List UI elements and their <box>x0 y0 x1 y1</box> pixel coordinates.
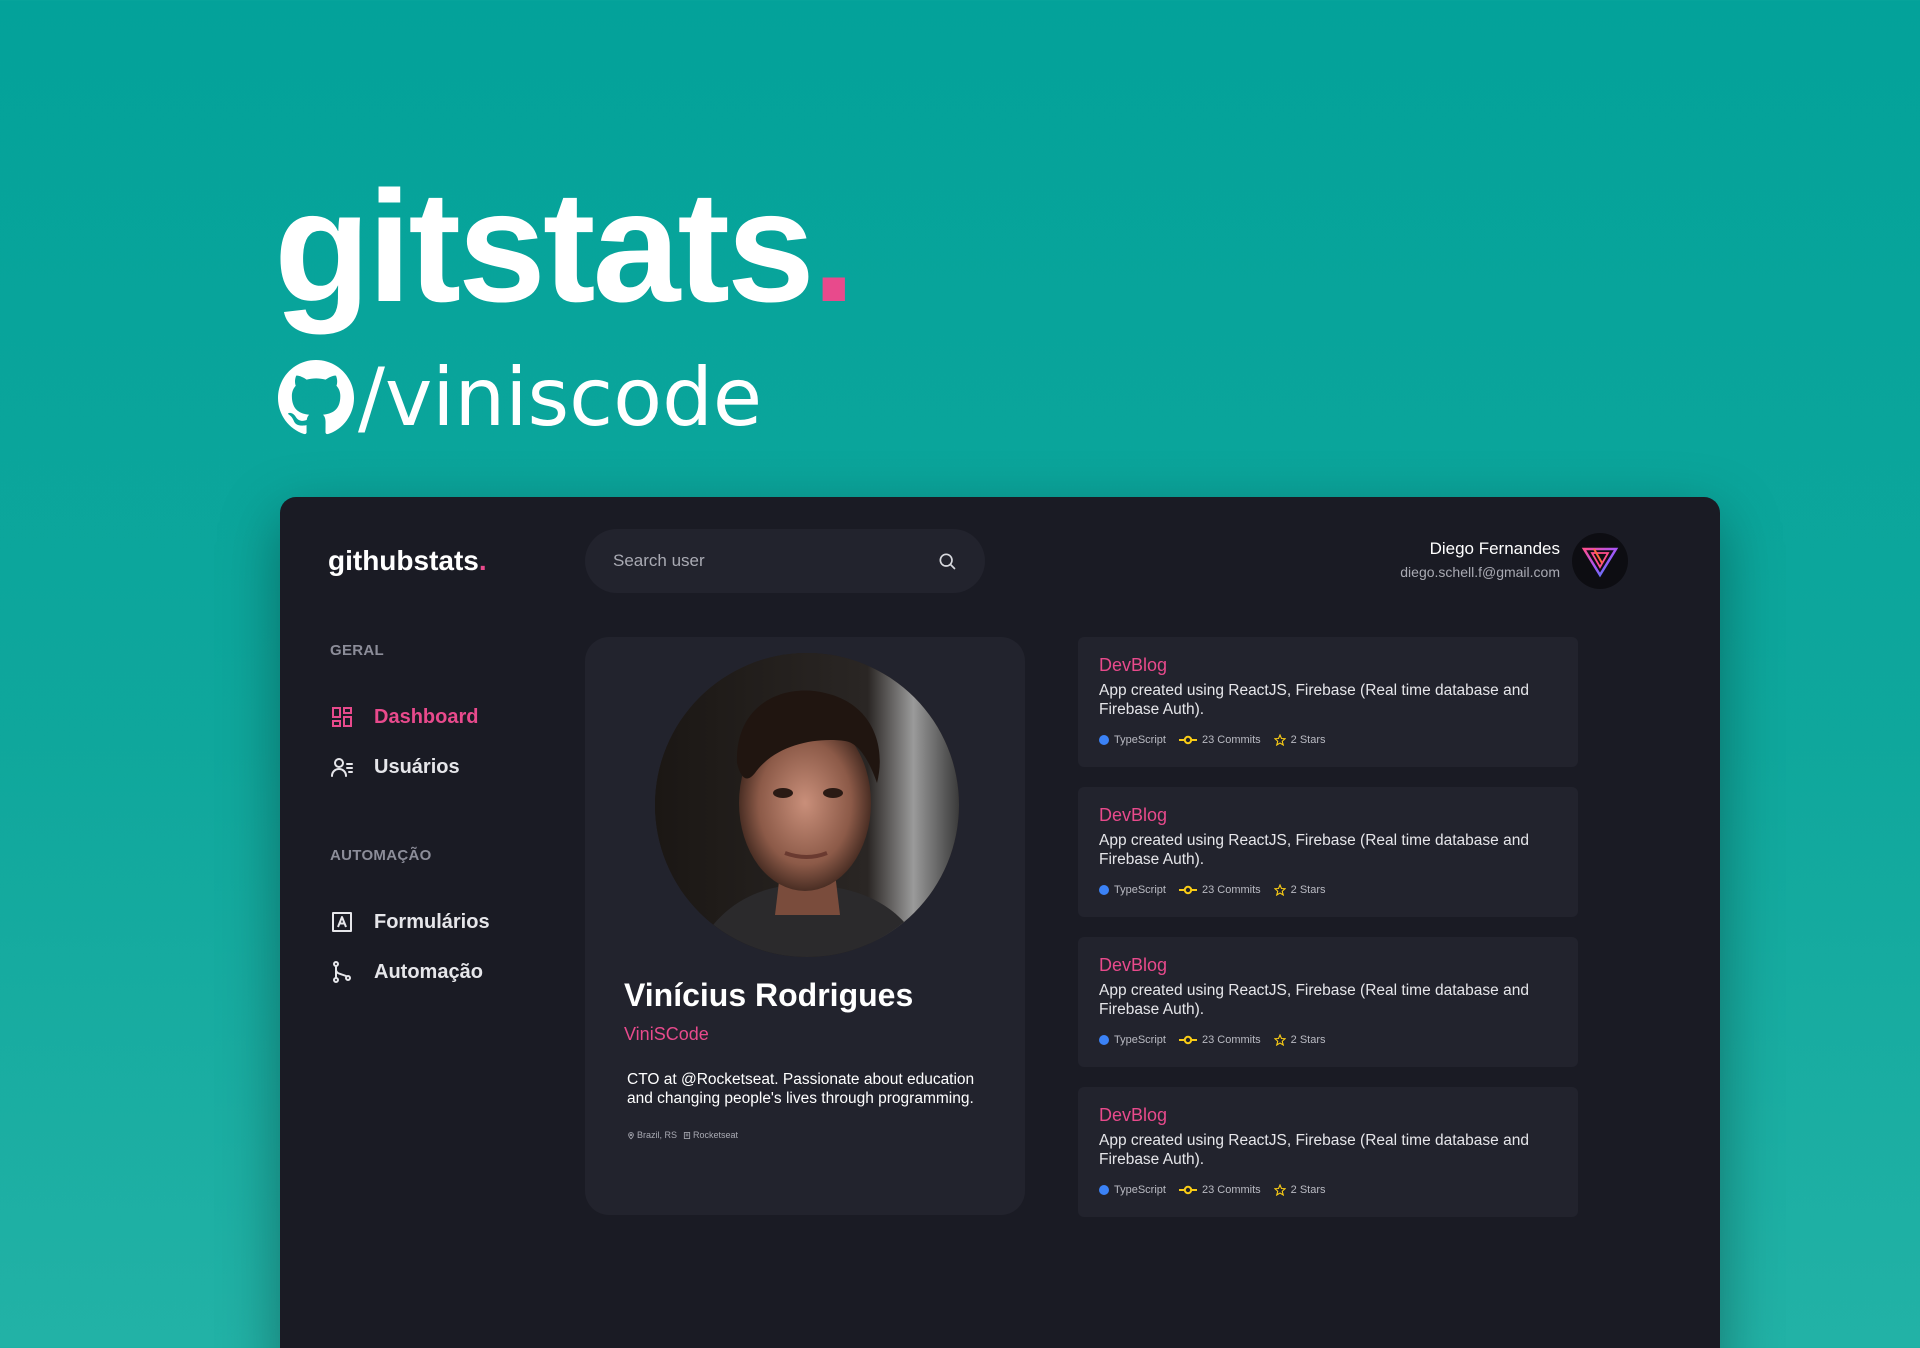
repo-language-text: TypeScript <box>1114 1034 1166 1046</box>
star-icon <box>1273 1184 1286 1196</box>
repo-commits-text: 23 Commits <box>1201 1184 1261 1196</box>
brand-logo[interactable]: githubstats. <box>328 545 487 577</box>
building-icon <box>683 1131 691 1139</box>
location-pin-icon <box>628 1131 634 1139</box>
language-dot-icon <box>1099 1185 1109 1195</box>
repo-stats: TypeScript 23 Commits 2 Stars <box>1099 1034 1557 1046</box>
hero-title-dot: . <box>811 159 856 335</box>
repo-stars: 2 Stars <box>1273 1034 1326 1046</box>
repo-commits: 23 Commits <box>1178 1034 1261 1046</box>
repo-stats: TypeScript 23 Commits 2 Stars <box>1099 1184 1557 1196</box>
github-icon <box>278 360 354 435</box>
repo-language: TypeScript <box>1099 884 1166 896</box>
dashboard-icon <box>332 707 352 727</box>
language-dot-icon <box>1099 1035 1109 1045</box>
sidebar-item-dashboard[interactable]: Dashboard <box>330 705 478 729</box>
repo-language: TypeScript <box>1099 1184 1166 1196</box>
profile-portrait <box>655 653 959 957</box>
repo-description: App created using ReactJS, Firebase (Rea… <box>1099 982 1529 1018</box>
repo-commits-text: 23 Commits <box>1201 1034 1261 1046</box>
brand-dot: . <box>478 545 487 576</box>
sidebar-item-label: Automação <box>374 960 483 983</box>
commit-icon <box>1178 735 1197 745</box>
users-icon <box>331 758 353 777</box>
repo-commits-text: 23 Commits <box>1201 734 1261 746</box>
nav-section-automacao: AUTOMAÇÃO <box>330 847 432 864</box>
repo-title[interactable]: DevBlog <box>1099 655 1557 676</box>
search-input[interactable] <box>613 551 937 571</box>
sidebar-item-label: Usuários <box>374 755 460 778</box>
repo-stars-text: 2 Stars <box>1290 1184 1326 1196</box>
repo-card[interactable]: DevBlog App created using ReactJS, Fireb… <box>1078 637 1578 767</box>
repo-commits: 23 Commits <box>1178 1184 1261 1196</box>
hero-title: gitstats. <box>274 168 856 326</box>
hero-title-text: gitstats <box>274 159 815 335</box>
repo-language-text: TypeScript <box>1114 1184 1166 1196</box>
repo-card[interactable]: DevBlog App created using ReactJS, Fireb… <box>1078 787 1578 917</box>
profile-name: Vinícius Rodrigues <box>624 977 914 1013</box>
repo-language-text: TypeScript <box>1114 884 1166 896</box>
search-icon[interactable] <box>937 551 957 571</box>
repo-stars-text: 2 Stars <box>1290 734 1326 746</box>
hero-handle-text: /viniscode <box>358 351 763 444</box>
nav-section-geral: GERAL <box>330 642 384 659</box>
repo-commits: 23 Commits <box>1178 884 1261 896</box>
star-icon <box>1273 884 1286 896</box>
sidebar-item-formularios[interactable]: Formulários <box>330 910 490 934</box>
sidebar-item-automacao[interactable]: Automação <box>330 960 483 984</box>
triangle-logo-icon <box>1581 547 1619 578</box>
brand-text: githubstats <box>328 545 479 576</box>
profile-company-text: Rocketseat <box>693 1130 739 1140</box>
repo-card[interactable]: DevBlog App created using ReactJS, Fireb… <box>1078 937 1578 1067</box>
repo-language: TypeScript <box>1099 734 1166 746</box>
repo-commits-text: 23 Commits <box>1201 884 1261 896</box>
commit-icon <box>1178 1035 1197 1045</box>
repo-stats: TypeScript 23 Commits 2 Stars <box>1099 734 1557 746</box>
repo-commits: 23 Commits <box>1178 734 1261 746</box>
user-email: diego.schell.f@gmail.com <box>1400 564 1560 580</box>
profile-location-text: Brazil, RS <box>637 1130 678 1140</box>
repo-description: App created using ReactJS, Firebase (Rea… <box>1099 682 1529 718</box>
profile-login[interactable]: ViniSCode <box>624 1024 709 1045</box>
sidebar-item-label: Dashboard <box>374 705 479 728</box>
language-dot-icon <box>1099 735 1109 745</box>
repo-stars: 2 Stars <box>1273 884 1326 896</box>
repo-title[interactable]: DevBlog <box>1099 955 1557 976</box>
repo-title[interactable]: DevBlog <box>1099 805 1557 826</box>
repo-stars-text: 2 Stars <box>1290 884 1326 896</box>
star-icon <box>1273 1034 1286 1046</box>
repo-language-text: TypeScript <box>1114 734 1166 746</box>
avatar[interactable] <box>1572 533 1628 589</box>
app-window: githubstats. Diego Fernandes diego.schel… <box>280 497 1720 1348</box>
user-name: Diego Fernandes <box>1429 539 1560 558</box>
search-bar[interactable] <box>585 529 985 593</box>
user-info[interactable]: Diego Fernandes diego.schell.f@gmail.com <box>1400 536 1560 580</box>
profile-location: Brazil, RS <box>627 1130 677 1140</box>
language-dot-icon <box>1099 885 1109 895</box>
commit-icon <box>1178 1185 1197 1195</box>
sidebar-item-usuarios[interactable]: Usuários <box>330 755 460 779</box>
profile-company: Rocketseat <box>683 1130 738 1140</box>
repo-stars: 2 Stars <box>1273 734 1326 746</box>
profile-photo <box>655 653 959 957</box>
commit-icon <box>1178 885 1197 895</box>
profile-bio: CTO at @Rocketseat. Passionate about edu… <box>627 1071 975 1107</box>
repo-stats: TypeScript 23 Commits 2 Stars <box>1099 884 1557 896</box>
repo-language: TypeScript <box>1099 1034 1166 1046</box>
form-icon <box>332 912 352 932</box>
repo-stars: 2 Stars <box>1273 1184 1326 1196</box>
profile-meta: Brazil, RS Rocketseat <box>627 1130 738 1140</box>
repo-stars-text: 2 Stars <box>1290 1034 1326 1046</box>
profile-card: Vinícius Rodrigues ViniSCode CTO at @Roc… <box>585 637 1025 1215</box>
repo-description: App created using ReactJS, Firebase (Rea… <box>1099 1132 1529 1168</box>
repo-description: App created using ReactJS, Firebase (Rea… <box>1099 832 1529 868</box>
hero-handle: /viniscode <box>278 358 762 438</box>
repo-title[interactable]: DevBlog <box>1099 1105 1557 1126</box>
git-branch-icon <box>333 961 351 983</box>
star-icon <box>1273 734 1286 746</box>
sidebar-item-label: Formulários <box>374 910 490 933</box>
repo-card[interactable]: DevBlog App created using ReactJS, Fireb… <box>1078 1087 1578 1217</box>
